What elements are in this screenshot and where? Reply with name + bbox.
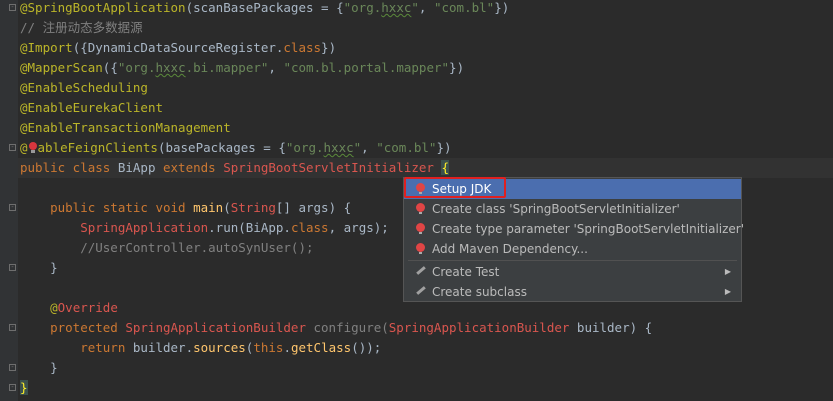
code-line[interactable]: @EnableEurekaClient xyxy=(20,98,163,118)
code-line[interactable]: @Override xyxy=(20,298,118,318)
fold-marker-icon[interactable]: - xyxy=(9,4,16,11)
menu-item-create-class[interactable]: Create class 'SpringBootServletInitializ… xyxy=(404,199,741,219)
fold-marker-icon[interactable]: - xyxy=(9,364,16,371)
fold-marker-icon[interactable]: - xyxy=(9,144,16,151)
code-line[interactable]: return builder.sources(this.getClass()); xyxy=(20,338,381,358)
code-line[interactable]: } xyxy=(20,378,28,398)
pencil-icon xyxy=(416,266,425,278)
menu-item-add-maven-dependency[interactable]: Add Maven Dependency... xyxy=(404,239,741,259)
code-line[interactable]: @ ableFeignClients(basePackages = {"org.h… xyxy=(20,138,452,158)
code-line[interactable]: public static void main(String[] args) { xyxy=(20,198,351,218)
fold-marker-icon[interactable]: - xyxy=(9,324,16,331)
menu-item-create-subclass[interactable]: Create subclass ▶ xyxy=(404,282,741,302)
error-bulb-icon[interactable] xyxy=(28,142,38,154)
fold-marker-icon[interactable]: - xyxy=(9,264,16,271)
menu-item-create-type-parameter[interactable]: Create type parameter 'SpringBootServlet… xyxy=(404,219,744,239)
code-line[interactable]: @Import({DynamicDataSourceRegister.class… xyxy=(20,38,336,58)
code-line[interactable]: protected SpringApplicationBuilder confi… xyxy=(20,318,652,338)
error-bulb-icon xyxy=(416,223,425,235)
code-line[interactable]: SpringApplication.run(BiApp.class, args)… xyxy=(20,218,389,238)
error-bulb-icon xyxy=(416,243,425,255)
menu-item-create-test[interactable]: Create Test ▶ xyxy=(404,262,741,282)
pencil-icon xyxy=(416,286,425,298)
submenu-arrow-icon: ▶ xyxy=(724,287,731,296)
code-comment[interactable]: //UserController.autoSynUser(); xyxy=(20,238,313,258)
fold-marker-icon[interactable]: - xyxy=(9,384,16,391)
code-comment[interactable]: // 注册动态多数据源 xyxy=(20,18,143,38)
code-line[interactable]: } xyxy=(20,258,58,278)
code-line[interactable]: @MapperScan({"org.hxxc.bi.mapper", "com.… xyxy=(20,58,464,78)
highlight-box xyxy=(404,177,506,198)
code-line[interactable]: } xyxy=(20,358,58,378)
code-line-current[interactable]: public class BiApp extends SpringBootSer… xyxy=(18,158,833,178)
code-line[interactable]: @EnableScheduling xyxy=(20,78,148,98)
fold-marker-icon[interactable]: - xyxy=(9,204,16,211)
code-line[interactable]: @SpringBootApplication(scanBasePackages … xyxy=(20,0,509,18)
editor-gutter xyxy=(0,0,18,401)
code-line[interactable]: @EnableTransactionManagement xyxy=(20,118,231,138)
submenu-arrow-icon: ▶ xyxy=(724,267,731,276)
menu-separator xyxy=(408,260,737,261)
error-bulb-icon xyxy=(416,203,425,215)
unresolved-class[interactable]: SpringBootServletInitializer xyxy=(223,160,434,175)
